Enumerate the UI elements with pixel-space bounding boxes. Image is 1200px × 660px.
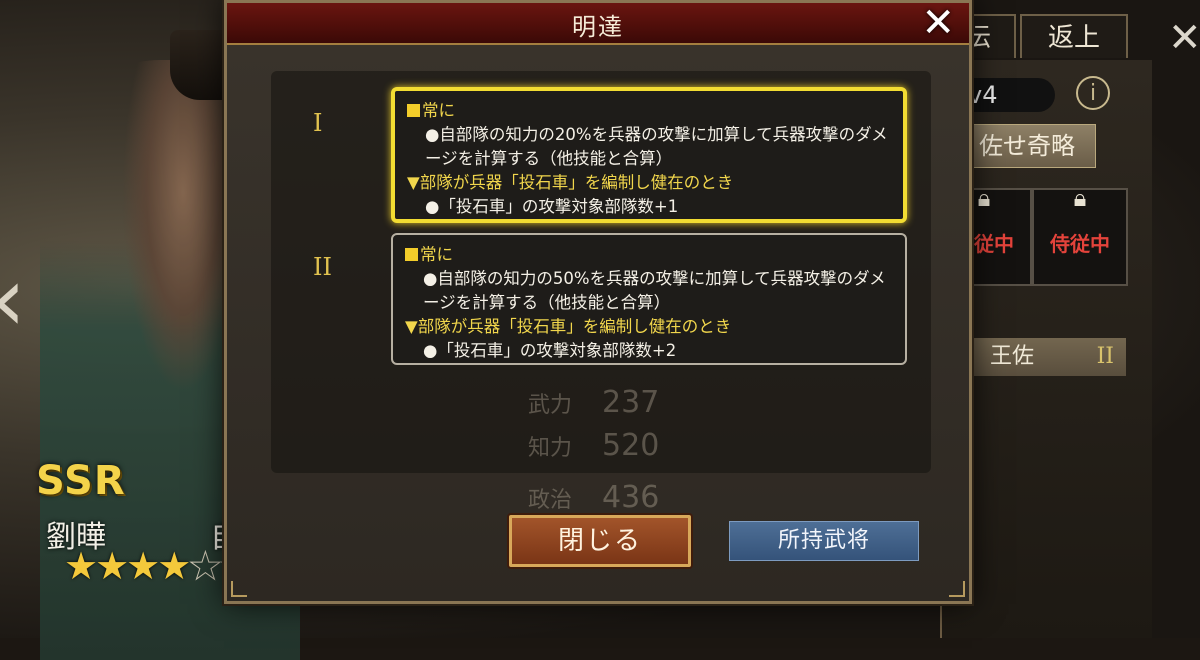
rarity-label: SSR [36,458,126,504]
stat-value: 436 [602,480,660,515]
star-icon: ★ [157,544,191,588]
skill-level-1[interactable]: 常に ●自部隊の知力の20%を兵器の攻撃に加算して兵器攻撃のダメージを計算する（… [391,87,907,223]
skill-bonus: ●「投石車」の攻撃対象部隊数+2 [423,341,677,360]
attendant-slot[interactable]: 🔒︎ 侍従中 [1032,184,1128,286]
star-icon: ★ [95,544,129,588]
skill-bonus: ●「投石車」の攻撃対象部隊数+1 [425,197,679,216]
stat-label: 武力 [528,393,573,418]
skill-rank-label: II [313,253,332,281]
stat-label: 知力 [528,436,573,461]
skill-level-2[interactable]: 常に ●自部隊の知力の50%を兵器の攻撃に加算して兵器攻撃のダメージを計算する（… [391,233,907,365]
dialog-close-icon[interactable]: ✕ [921,1,955,45]
info-icon[interactable]: i [1076,76,1110,110]
stat-row: 武力 237 [528,385,659,420]
star-empty-icon: ★ [188,544,223,589]
attendant-status: 侍従中 [1050,232,1110,256]
tab-return[interactable]: 返上 [1020,14,1128,58]
star-icon: ★ [64,544,98,588]
skill-condition: ▼部隊が兵器「投石車」を編制し健在のとき [405,317,732,336]
skill-effect: ●自部隊の知力の20%を兵器の攻撃に加算して兵器攻撃のダメージを計算する（他技能… [425,125,888,168]
stat-row: 政治 436 [528,480,659,515]
previous-arrow-icon[interactable]: ‹ [0,250,50,350]
close-button[interactable]: 閉じる [509,515,691,567]
skill-rank-label: I [313,109,323,137]
skill-condition: ▼部隊が兵器「投石車」を編制し健在のとき [407,173,734,192]
always-label: 常に [405,243,895,267]
square-bullet-icon [405,248,418,261]
assist-skill-name: 王佐 [990,344,1035,369]
corner-ornament [231,581,247,597]
stat-value: 520 [602,428,660,463]
level-indicator: v4 [960,78,1055,112]
lock-icon: 🔒︎ [1073,184,1087,212]
owned-generals-button[interactable]: 所持武将 [729,521,919,561]
dialog-title-bar: 明達 ✕ [227,1,969,45]
stat-value: 237 [602,385,660,420]
skill-effect: ●自部隊の知力の50%を兵器の攻撃に加算して兵器攻撃のダメージを計算する（他技能… [423,269,886,312]
stat-row: 知力 520 [528,428,659,463]
square-bullet-icon [407,104,420,117]
star-icon: ★ [126,544,160,588]
corner-ornament [949,581,965,597]
assist-skill-rank: II [1096,344,1114,369]
assist-skill-item[interactable]: 王佐 II [970,338,1126,376]
stat-label: 政治 [528,488,573,513]
lock-icon: 🔒︎ [977,184,991,212]
tactic-button[interactable]: 佐せ奇略 [958,124,1096,168]
dialog-title: 明達 [572,13,624,41]
always-label: 常に [407,99,893,123]
close-icon[interactable]: ✕ [1168,18,1200,58]
